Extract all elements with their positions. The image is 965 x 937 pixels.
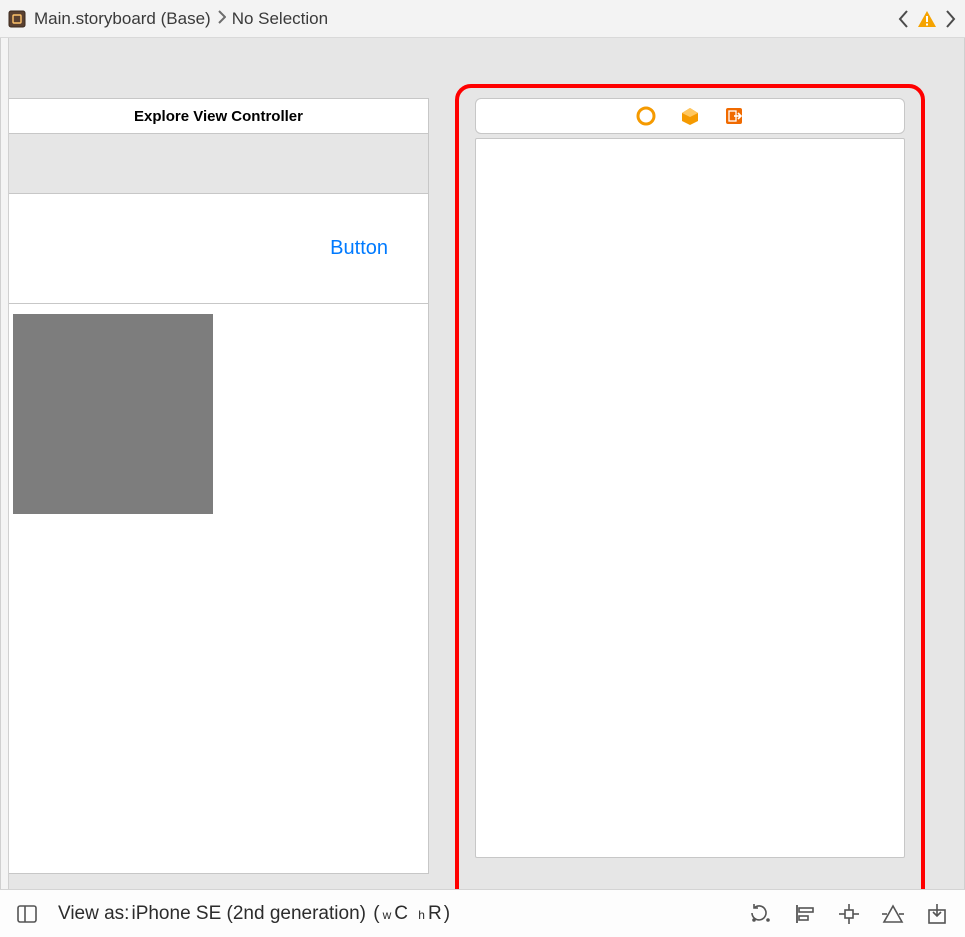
scene-selected-view-controller[interactable] (475, 98, 905, 858)
scene-title-label: Explore View Controller (134, 108, 303, 125)
toggle-document-outline-button[interactable] (16, 903, 38, 925)
navigation-bar-placeholder[interactable] (9, 134, 428, 194)
interface-builder-canvas[interactable]: Explore View Controller Button (0, 38, 965, 889)
align-constraints-button[interactable] (793, 902, 817, 926)
view-as-device: iPhone SE (2nd generation) (131, 903, 366, 925)
embed-in-button[interactable] (925, 902, 949, 926)
warning-icon[interactable] (917, 9, 937, 29)
breadcrumb-file[interactable]: Main.storyboard (Base) (34, 9, 211, 29)
pin-constraints-button[interactable] (837, 902, 861, 926)
breadcrumb-group: Main.storyboard (Base) No Selection (8, 9, 328, 29)
breadcrumb-selection[interactable]: No Selection (232, 9, 328, 29)
scene-body[interactable]: Button (9, 134, 429, 874)
width-class-value: C (394, 903, 408, 925)
resolve-constraints-button[interactable] (881, 902, 905, 926)
view-as-prefix: View as: (58, 903, 129, 925)
storyboard-file-icon (8, 10, 26, 28)
canvas-left-ruler (1, 38, 9, 889)
ui-button[interactable]: Button (330, 237, 388, 260)
scene-title-bar[interactable]: Explore View Controller (9, 98, 429, 134)
bottom-bar-right (749, 902, 949, 926)
scene-title-bar[interactable] (475, 98, 905, 134)
space (410, 903, 415, 925)
height-class-value: R (428, 903, 442, 925)
first-responder-icon[interactable] (680, 106, 700, 126)
navigation-bar: Main.storyboard (Base) No Selection (0, 0, 965, 38)
scene-root-view[interactable] (475, 138, 905, 858)
collection-header-cell[interactable]: Button (9, 194, 428, 304)
breadcrumb[interactable]: Main.storyboard (Base) No Selection (34, 9, 328, 29)
scene-explore-view-controller[interactable]: Explore View Controller Button (9, 98, 429, 874)
update-frames-button[interactable] (749, 902, 773, 926)
view-controller-icon[interactable] (636, 106, 656, 126)
height-class-label: h (417, 908, 426, 922)
nav-forward-button[interactable] (943, 8, 957, 30)
paren-open: ( (368, 903, 380, 925)
image-view-placeholder[interactable] (13, 314, 213, 514)
bottom-bar-left: View as: iPhone SE (2nd generation) ( w … (16, 903, 450, 925)
view-as-device-selector[interactable]: View as: iPhone SE (2nd generation) ( w … (58, 903, 450, 925)
nav-back-button[interactable] (897, 8, 911, 30)
exit-icon[interactable] (724, 106, 744, 126)
canvas-bottom-bar: View as: iPhone SE (2nd generation) ( w … (0, 889, 965, 937)
paren-close: ) (444, 903, 450, 925)
nav-right-cluster (897, 8, 957, 30)
breadcrumb-separator-icon (215, 9, 228, 29)
width-class-label: w (382, 908, 393, 922)
